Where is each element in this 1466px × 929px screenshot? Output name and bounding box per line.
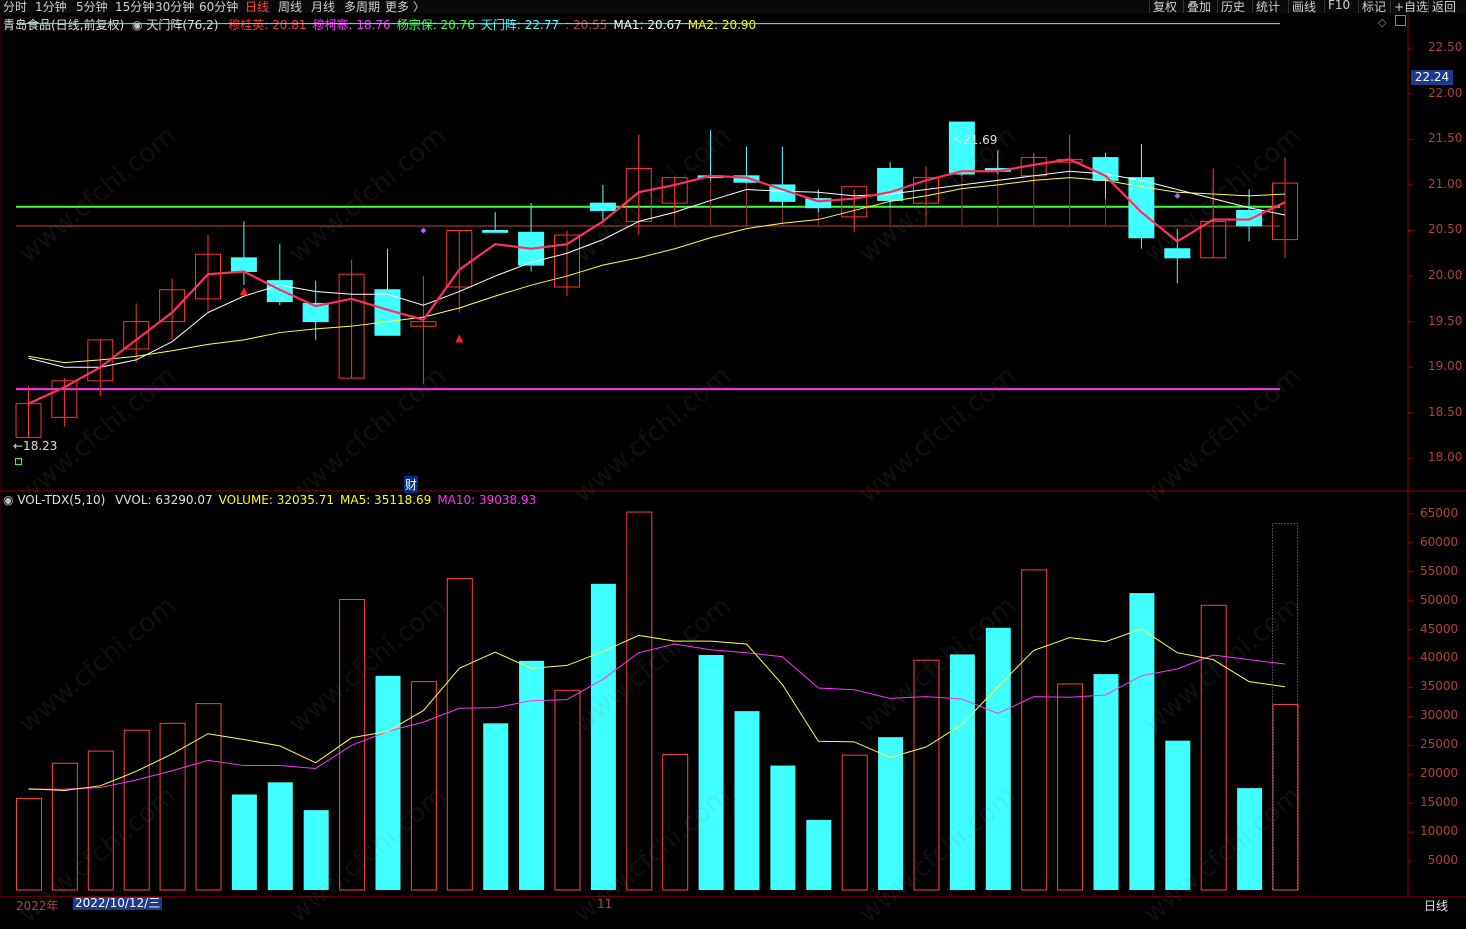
volume-bar-down [519,660,545,890]
volume-bar-down [1237,788,1263,890]
volume-bar-down [1129,593,1155,890]
candle-body-down [1236,209,1263,227]
candle-body-down [877,168,904,201]
buy-signal-marker [455,334,464,343]
volume-tick-label: 60000 [1420,534,1459,549]
volume-bar-up [1200,604,1227,891]
volume-bar-down [806,819,832,890]
volume-bar-down [267,782,293,890]
cursor-date-label: 2022/10/12/三 [73,896,163,910]
volume-bar-up [195,703,222,891]
buy-signal-marker [239,287,248,296]
volume-bar-up [1021,569,1048,891]
volume-bar-up [1272,704,1299,891]
price-tick-label: 20.00 [1428,268,1463,283]
volume-bar-down [375,675,401,890]
volume-tick-label: 30000 [1420,708,1459,723]
volume-bar-up [841,754,868,891]
event-marker [1174,192,1181,199]
volume-tick-label: 65000 [1420,505,1459,520]
volume-tick-label: 50000 [1420,592,1459,607]
high-price-annotation: ↖21.69 [953,133,998,147]
year-label: 2022年 [16,899,59,913]
volume-tick-label: 55000 [1420,563,1459,578]
volume-bar-up [51,762,78,891]
volume-bar-down [590,583,616,890]
volume-bar-down [483,723,509,890]
vvol-projection-box [1272,523,1298,891]
finance-event-marker[interactable]: 财 [404,476,419,493]
volume-bar-up [913,659,940,891]
volume-tick-label: 35000 [1420,679,1459,694]
volume-bar-up [1057,683,1084,891]
volume-bar-down [734,711,760,890]
volume-bar-up [554,689,581,891]
volume-bar-down [698,655,724,890]
volume-bar-down [303,810,329,890]
price-tick-label: 22.50 [1428,40,1463,55]
month-label: 11 [597,897,613,911]
price-tick-label: 20.50 [1428,222,1463,237]
muguiying-line [28,158,1286,405]
volume-tick-label: 25000 [1420,737,1459,752]
candle-body-down [1164,248,1191,259]
price-tick-label: 19.00 [1428,359,1463,374]
stock-chart[interactable] [0,0,1466,911]
candle-body-down [230,257,257,273]
price-tick-label: 21.50 [1428,131,1463,146]
price-tick-label: 22.00 [1428,85,1463,100]
volume-tick-label: 10000 [1420,824,1459,839]
volume-bar-down [770,765,796,890]
event-marker [420,227,427,234]
price-tick-label: 21.00 [1428,176,1463,191]
volume-bar-down [949,654,975,890]
candle-body-down [589,202,616,211]
volume-bar-up [410,681,437,891]
volume-tick-label: 20000 [1420,766,1459,781]
volume-bar-down [878,737,904,890]
price-tick-label: 18.50 [1428,404,1463,419]
volume-bar-down [1165,740,1191,890]
ma2-line [28,177,1286,364]
volume-bar-up [16,798,42,891]
current-price-label: 22.24 [1411,70,1453,85]
volume-bar-up [662,754,689,891]
low-price-annotation: ←18.23 [13,439,58,453]
volume-tick-label: 15000 [1420,795,1459,810]
volume-tick-label: 45000 [1420,621,1459,636]
price-tick-label: 18.00 [1428,450,1463,465]
period-indicator[interactable]: 日线 [1424,897,1448,914]
volume-bar-up [626,511,653,891]
ma1-line [28,170,1286,368]
candle-body-down [482,229,509,233]
volume-bar-up [446,578,473,891]
price-tick-label: 19.50 [1428,313,1463,328]
candle-body-down [948,121,975,175]
volume-tick-label: 40000 [1420,650,1459,665]
volume-bar-down [985,627,1011,890]
volume-bar-up [87,750,114,891]
low-marker-icon [15,458,22,465]
bottom-axis [0,896,1466,912]
volume-bar-down [1093,674,1119,890]
volume-bar-up [123,729,150,891]
volume-tick-label: 5000 [1427,853,1459,868]
candle-body-down [266,280,293,303]
volume-bar-down [231,794,257,890]
